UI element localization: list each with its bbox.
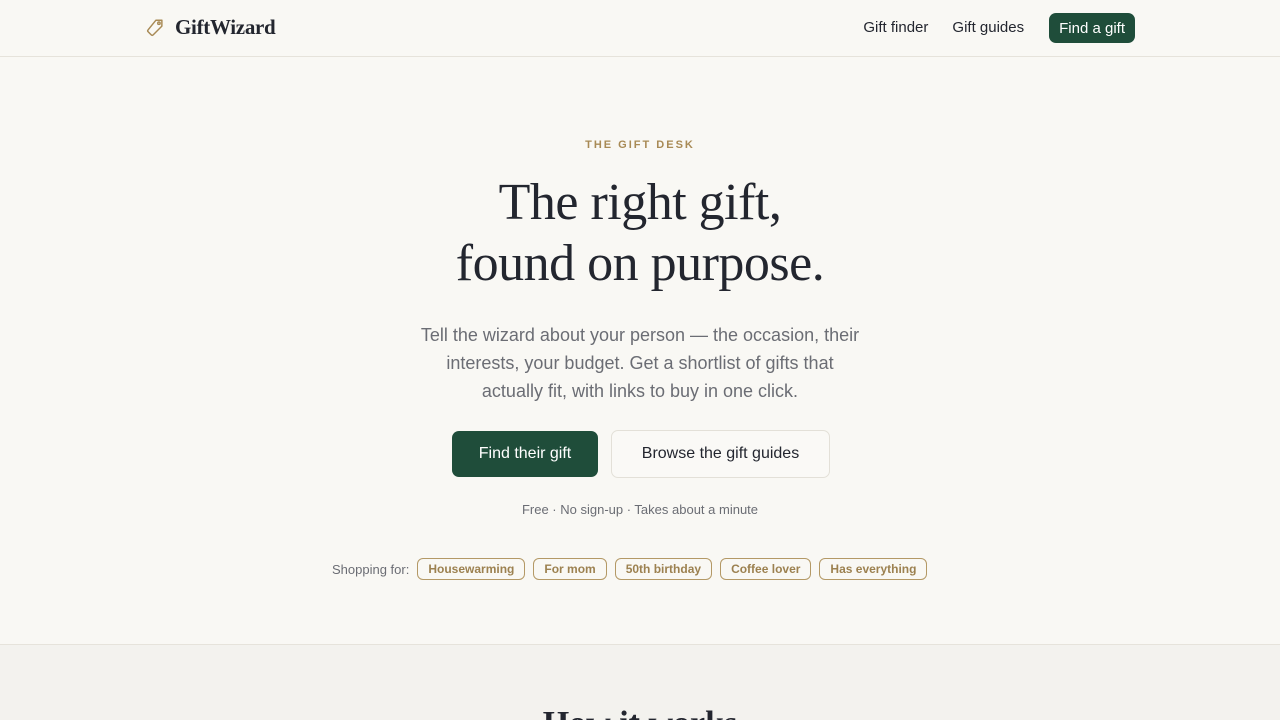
find-a-gift-button[interactable]: Find a gift: [1049, 13, 1135, 43]
brand-logo-link[interactable]: GiftWizard: [144, 15, 276, 40]
shopping-for-chips: Shopping for: Housewarming For mom 50th …: [332, 558, 935, 580]
top-navbar: GiftWizard Gift finder Gift guides Find …: [0, 0, 1280, 57]
fineprint: Free · No sign-up · Takes about a minute: [521, 502, 759, 517]
chip-has-everything[interactable]: Has everything: [819, 558, 928, 580]
hero-description: Tell the wizard about your person — the …: [420, 325, 860, 401]
chip-50th-birthday[interactable]: 50th birthday: [614, 558, 713, 580]
nav-link-gift-finder[interactable]: Gift finder: [863, 13, 928, 43]
brand-name: GiftWizard: [175, 15, 276, 39]
chip-coffee-lover[interactable]: Coffee lover: [720, 558, 812, 580]
eyebrow-label: THE GIFT DESK: [585, 139, 695, 151]
how-it-works-section: How it works: [0, 644, 1280, 720]
browse-gift-guides-button[interactable]: Browse the gift guides: [611, 430, 830, 478]
hero-headline: The right gift, found on purpose.: [0, 172, 1280, 294]
chip-housewarming[interactable]: Housewarming: [417, 558, 526, 580]
hero-section: THE GIFT DESK The right gift, found on p…: [0, 57, 1280, 644]
headline-line-1: The right gift,: [498, 174, 782, 231]
find-their-gift-button[interactable]: Find their gift: [452, 431, 598, 477]
tag-icon: [147, 18, 163, 36]
nav-link-gift-guides[interactable]: Gift guides: [952, 13, 1024, 43]
shopping-for-label: Shopping for:: [332, 561, 410, 577]
chip-for-mom[interactable]: For mom: [533, 558, 607, 580]
nav-links: Gift finder Gift guides Find a gift: [863, 13, 1135, 43]
headline-line-2: found on purpose.: [455, 235, 825, 292]
how-it-works-title: How it works: [0, 705, 1280, 720]
